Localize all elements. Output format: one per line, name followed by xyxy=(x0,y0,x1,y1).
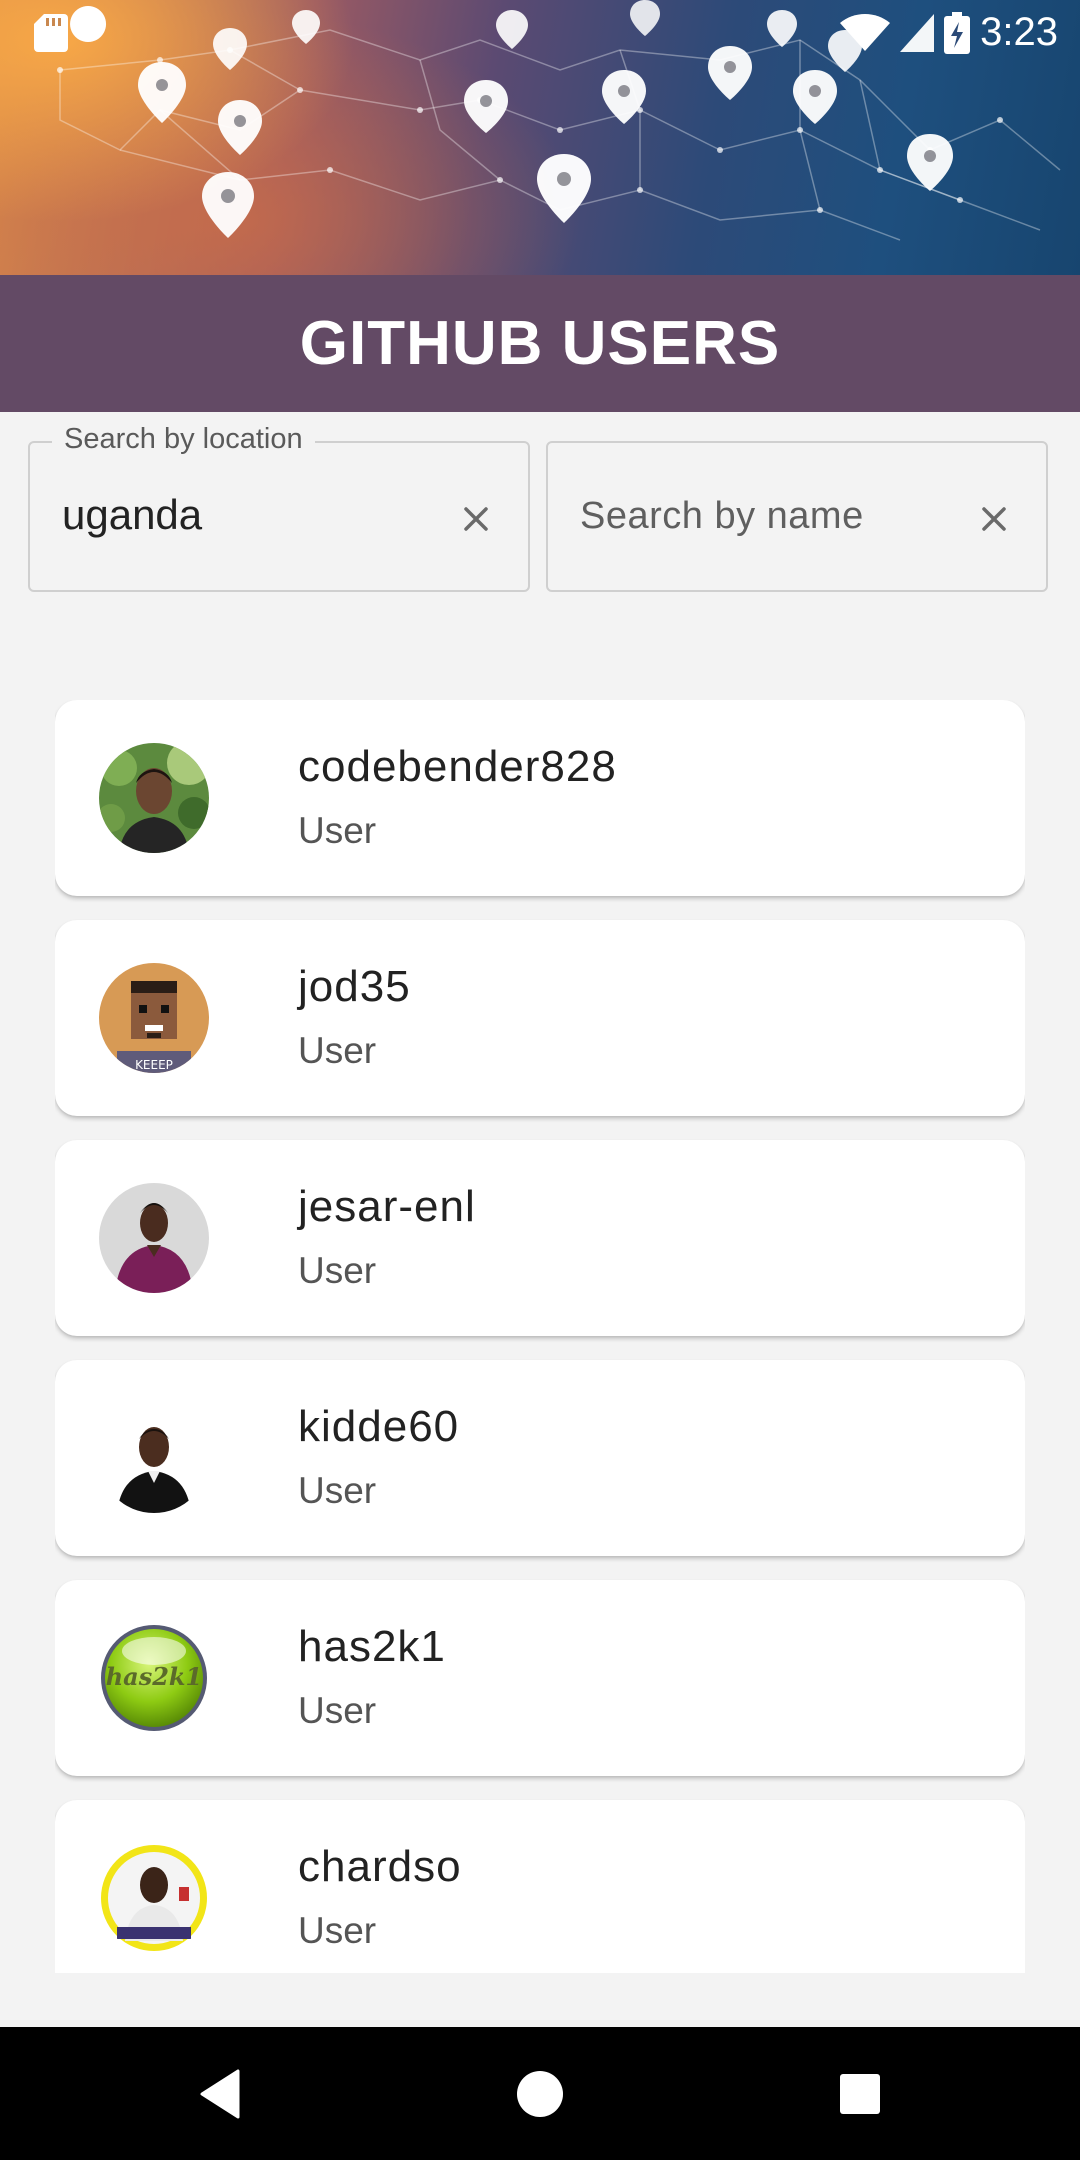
user-login: kidde60 xyxy=(298,1402,460,1451)
header-banner-image: 3:23 xyxy=(0,0,1080,275)
wifi-icon xyxy=(840,13,891,51)
user-type: User xyxy=(298,1470,377,1511)
user-card[interactable]: codebender828 User xyxy=(55,700,1025,896)
avatar xyxy=(99,743,209,853)
user-card[interactable]: kidde60 User xyxy=(55,1360,1025,1556)
title-bar: GITHUB USERS xyxy=(0,275,1080,412)
avatar: KEEEP xyxy=(99,963,209,1073)
avatar: has2k1 xyxy=(99,1623,209,1733)
recents-icon xyxy=(840,2073,880,2114)
user-type: User xyxy=(298,810,377,851)
recents-button[interactable] xyxy=(780,2027,940,2160)
user-login: has2k1 xyxy=(298,1622,446,1671)
name-search-input[interactable]: Search by name xyxy=(580,495,864,538)
user-login: chardso xyxy=(298,1842,462,1891)
status-time: 3:23 xyxy=(980,10,1058,54)
home-icon xyxy=(517,2070,563,2117)
location-field-label: Search by location xyxy=(52,423,315,456)
location-search-field[interactable]: Search by location uganda xyxy=(28,423,530,592)
avatar xyxy=(99,1403,209,1513)
home-button[interactable] xyxy=(460,2027,620,2160)
status-bar: 3:23 xyxy=(0,0,1080,66)
location-search-input[interactable]: uganda xyxy=(62,491,202,539)
clear-location-icon[interactable] xyxy=(460,503,492,535)
user-login: codebender828 xyxy=(298,742,617,791)
avatar xyxy=(99,1183,209,1293)
svg-text:KEEEP: KEEEP xyxy=(135,1058,173,1072)
user-type: User xyxy=(298,1250,377,1291)
back-button[interactable] xyxy=(140,2027,300,2160)
sd-card-icon xyxy=(34,14,68,52)
clear-name-icon[interactable] xyxy=(978,503,1010,535)
user-login: jesar-enl xyxy=(298,1182,476,1231)
page-title: GITHUB USERS xyxy=(299,309,781,378)
system-nav-bar xyxy=(0,2027,1080,2160)
has2k1-logo-text: has2k1 xyxy=(106,1662,203,1691)
user-type: User xyxy=(298,1030,377,1071)
user-login: jod35 xyxy=(298,962,411,1011)
user-card[interactable]: chardso User xyxy=(55,1800,1025,1973)
user-type: User xyxy=(298,1910,377,1951)
user-card[interactable]: jesar-enl User xyxy=(55,1140,1025,1336)
user-type: User xyxy=(298,1690,377,1731)
battery-charging-icon xyxy=(944,11,971,54)
name-search-field[interactable]: Search by name xyxy=(546,441,1048,592)
user-card[interactable]: KEEEP jod35 User xyxy=(55,920,1025,1116)
map-pin-icon xyxy=(138,62,186,123)
avatar xyxy=(99,1843,209,1953)
user-list[interactable]: codebender828 User KEEEP jod35 User jesa… xyxy=(55,700,1025,1973)
user-card[interactable]: has2k1 has2k1 User xyxy=(55,1580,1025,1776)
cell-signal-icon xyxy=(900,13,935,52)
back-icon xyxy=(200,2069,240,2118)
